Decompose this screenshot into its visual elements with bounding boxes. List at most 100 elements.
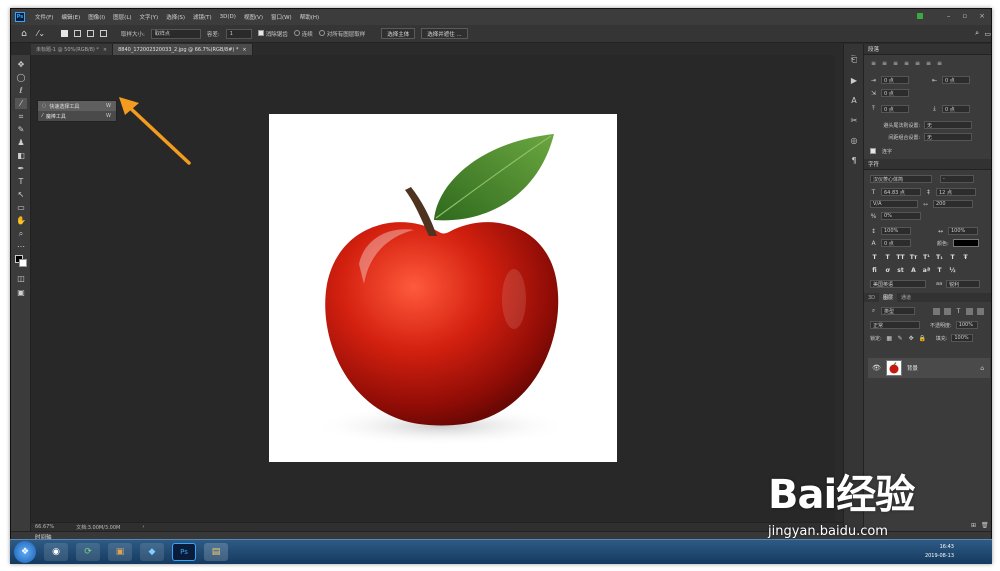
- workspace-icon[interactable]: ▭: [984, 30, 991, 38]
- blend-mode-select[interactable]: 正常: [870, 321, 920, 329]
- faux-bold-icon[interactable]: T: [870, 254, 879, 261]
- zoom-tool-icon[interactable]: ⌕: [15, 228, 27, 239]
- close-icon[interactable]: ×: [242, 47, 246, 53]
- anti-alias-checkbox[interactable]: 消除锯齿: [257, 29, 288, 38]
- photoshop-taskbar-icon[interactable]: Ps: [172, 543, 196, 561]
- align-left-icon[interactable]: ≡: [870, 60, 877, 67]
- document-canvas[interactable]: [269, 114, 617, 462]
- tab-apple-jpg[interactable]: 8840_172002320033_2.jpg @ 66.7%(RGB/8#) …: [113, 44, 253, 55]
- align-right-icon[interactable]: ≡: [892, 60, 899, 67]
- search-icon[interactable]: ⌕: [975, 29, 979, 38]
- add-selection-icon[interactable]: [74, 30, 81, 37]
- start-button[interactable]: ❖: [14, 541, 36, 563]
- filter-type-icon[interactable]: T: [955, 308, 962, 315]
- justify-left-icon[interactable]: ≡: [903, 60, 910, 67]
- chrome-icon[interactable]: ◉: [44, 543, 68, 561]
- subtract-selection-icon[interactable]: [87, 30, 94, 37]
- tab-layers[interactable]: 图层: [879, 293, 898, 302]
- path-select-tool-icon[interactable]: ↖: [15, 189, 27, 200]
- filter-pixel-icon[interactable]: [933, 307, 940, 315]
- filter-shape-icon[interactable]: [966, 307, 973, 315]
- horizontal-scale-input[interactable]: 100%: [948, 227, 978, 235]
- indent-first-input[interactable]: 0 点: [881, 89, 909, 97]
- leading-input[interactable]: 12 点: [936, 188, 976, 196]
- menu-file[interactable]: 文件(F): [31, 13, 57, 21]
- justify-all-icon[interactable]: ≡: [936, 60, 943, 67]
- menu-layer[interactable]: 图层(L): [109, 13, 135, 21]
- space-after-input[interactable]: 0 点: [942, 105, 970, 113]
- indent-left-input[interactable]: 0 点: [881, 76, 909, 84]
- layer-row-background[interactable]: 👁 背景 ⌂: [868, 358, 990, 378]
- tab-3d[interactable]: 3D: [864, 293, 879, 302]
- contiguous-checkbox[interactable]: 连续: [293, 29, 313, 38]
- move-tool-icon[interactable]: ✥: [15, 59, 27, 70]
- menu-3d[interactable]: 3D(D): [216, 14, 240, 20]
- flyout-quick-selection[interactable]: ◌ 快速选择工具 W: [38, 101, 116, 111]
- minimize-button[interactable]: –: [947, 12, 951, 20]
- adjustments-icon[interactable]: ◎: [848, 134, 860, 146]
- menu-select[interactable]: 选择(S): [162, 13, 189, 21]
- menu-image[interactable]: 图像(I): [84, 13, 109, 21]
- magic-wand-tool-icon[interactable]: ⁄: [15, 98, 27, 109]
- kinsoku-select[interactable]: 无: [924, 121, 972, 129]
- folder-icon[interactable]: ▤: [204, 543, 228, 561]
- swash-icon[interactable]: ơ: [883, 267, 892, 274]
- fill-input[interactable]: 100%: [951, 334, 974, 342]
- menu-filter[interactable]: 滤镜(T): [189, 13, 216, 21]
- lock-move-icon[interactable]: ✥: [908, 335, 915, 342]
- lock-all-icon[interactable]: 🔒: [919, 335, 926, 342]
- menu-window[interactable]: 窗口(W): [267, 13, 296, 21]
- titling-icon[interactable]: T: [935, 267, 944, 274]
- refresh-app-icon[interactable]: ⟳: [76, 543, 100, 561]
- faux-italic-icon[interactable]: T: [883, 254, 892, 261]
- status-arrow-icon[interactable]: ›: [142, 524, 144, 530]
- justify-center-icon[interactable]: ≡: [914, 60, 921, 67]
- close-icon[interactable]: ×: [103, 47, 107, 53]
- ligature-icon[interactable]: fi: [870, 267, 879, 274]
- strikethrough-icon[interactable]: Ŧ: [961, 254, 970, 261]
- stylistic-icon[interactable]: st: [896, 267, 905, 274]
- menu-help[interactable]: 帮助(H): [296, 13, 323, 21]
- antialias-select[interactable]: 锐利: [946, 280, 981, 288]
- properties-icon[interactable]: A: [848, 94, 860, 106]
- tracking-input[interactable]: 200: [933, 200, 973, 208]
- stamp-tool-icon[interactable]: ♟: [15, 137, 27, 148]
- screen-mode-icon[interactable]: ▣: [15, 287, 27, 298]
- tolerance-input[interactable]: 1: [225, 28, 252, 39]
- layer-kind-select[interactable]: 类型: [881, 307, 915, 315]
- select-and-mask-button[interactable]: 选择并遮住 ...: [421, 28, 468, 39]
- font-style-select[interactable]: -: [940, 175, 974, 183]
- mojikumi-select[interactable]: 无: [924, 133, 972, 141]
- alt-glyph-icon[interactable]: A: [909, 267, 918, 274]
- tab-untitled[interactable]: 未标题-1 @ 50%(RGB/8) * ×: [31, 44, 114, 55]
- menu-view[interactable]: 视图(V): [240, 13, 267, 21]
- fraction-icon[interactable]: ½: [948, 267, 957, 274]
- align-center-icon[interactable]: ≡: [881, 60, 888, 67]
- type-tool-icon[interactable]: T: [15, 176, 27, 187]
- sample-size-select[interactable]: 取样点: [150, 28, 201, 39]
- font-size-input[interactable]: 64.83 点: [881, 188, 921, 196]
- character-panel-title[interactable]: 字符: [864, 159, 991, 170]
- hand-tool-icon[interactable]: ✋: [15, 215, 27, 226]
- menu-type[interactable]: 文字(Y): [136, 13, 163, 21]
- tsume-input[interactable]: 0%: [881, 212, 921, 220]
- sample-all-layers-checkbox[interactable]: 对所有图层取样: [318, 29, 365, 38]
- actions-icon[interactable]: ▶: [848, 74, 860, 86]
- new-selection-icon[interactable]: [61, 30, 68, 37]
- vertical-scale-input[interactable]: 100%: [881, 227, 911, 235]
- underline-icon[interactable]: T: [948, 254, 957, 261]
- font-family-select[interactable]: 汉仪菱心体简: [870, 175, 932, 183]
- editor-app-icon[interactable]: ◆: [140, 543, 164, 561]
- shape-tool-icon[interactable]: ▭: [15, 202, 27, 213]
- menu-edit[interactable]: 编辑(E): [57, 13, 84, 21]
- intersect-selection-icon[interactable]: [100, 30, 107, 37]
- crop-tool-icon[interactable]: ⌗: [15, 111, 27, 122]
- superscript-icon[interactable]: T¹: [922, 254, 931, 261]
- select-subject-button[interactable]: 选择主体: [381, 28, 416, 39]
- clock-date[interactable]: 2019-08-13: [925, 553, 954, 559]
- eraser-tool-icon[interactable]: ◧: [15, 150, 27, 161]
- lock-paint-icon[interactable]: ✎: [897, 335, 904, 342]
- baseline-input[interactable]: 0 点: [881, 239, 911, 247]
- brush-tool-icon[interactable]: ✎: [15, 124, 27, 135]
- close-button[interactable]: ×: [979, 12, 985, 20]
